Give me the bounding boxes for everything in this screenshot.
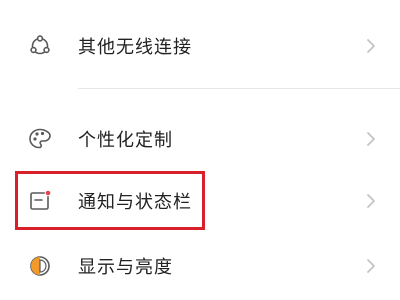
palette-icon — [26, 125, 54, 153]
settings-item-label: 显示与亮度 — [78, 257, 173, 278]
notification-window-icon — [26, 187, 54, 215]
wireless-connections-icon — [26, 32, 54, 60]
settings-item-label: 通知与状态栏 — [78, 192, 192, 213]
chevron-right-icon — [364, 256, 378, 276]
settings-item-label: 个性化定制 — [78, 130, 173, 151]
settings-item-label: 其他无线连接 — [78, 37, 192, 58]
chevron-right-icon — [364, 36, 378, 56]
chevron-right-icon — [364, 129, 378, 149]
section-divider — [78, 88, 400, 89]
settings-item-personalization[interactable]: 个性化定制 — [0, 119, 400, 159]
settings-item-other-wireless[interactable]: 其他无线连接 — [0, 26, 400, 66]
chevron-right-icon — [364, 191, 378, 211]
settings-item-display-brightness[interactable]: 显示与亮度 — [0, 246, 400, 286]
brightness-icon — [26, 252, 54, 280]
settings-item-notifications-status-bar[interactable]: 通知与状态栏 — [0, 181, 400, 221]
